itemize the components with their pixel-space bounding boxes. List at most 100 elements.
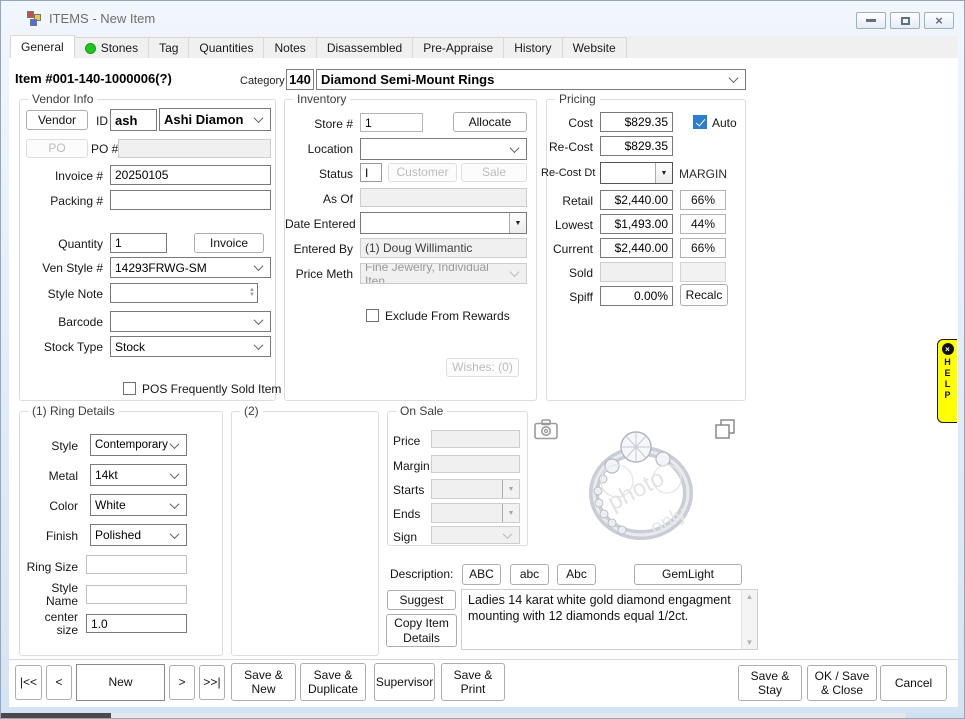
pos-frequently-sold-checkbox[interactable] — [123, 382, 136, 395]
product-image[interactable]: photo only — [559, 409, 713, 548]
barcode-label: Barcode — [20, 315, 107, 329]
save-and-duplicate-button[interactable]: Save & Duplicate — [300, 663, 366, 701]
ring-finish-dropdown[interactable]: Polished — [90, 524, 187, 546]
status-field[interactable]: I — [360, 163, 382, 182]
background-fragment — [906, 713, 965, 719]
help-label: HELP — [942, 357, 954, 401]
sale-button: Sale — [461, 163, 527, 182]
style-note-field[interactable]: ▲▼ — [110, 283, 258, 303]
date-dropdown-icon[interactable]: ▼ — [655, 163, 672, 183]
lowest-label: Lowest — [547, 218, 597, 232]
close-button[interactable]: × — [924, 12, 954, 29]
category-label: Category — [240, 75, 285, 87]
app-icon — [27, 11, 43, 27]
description-scrollbar[interactable]: ▲ ▼ — [741, 590, 757, 649]
minimize-button[interactable] — [856, 12, 886, 29]
help-tab[interactable]: × HELP — [937, 339, 957, 423]
spinner-icon[interactable]: ▲▼ — [249, 288, 255, 298]
camera-icon[interactable] — [534, 419, 558, 445]
gemlight-button[interactable]: GemLight — [634, 564, 742, 585]
recost-dt-picker[interactable]: ▼ — [600, 162, 673, 184]
tab-general[interactable]: General — [10, 35, 75, 58]
packing-number-field[interactable] — [110, 190, 271, 210]
title-bar: ITEMS - New Item × — [1, 1, 964, 36]
tab-notes[interactable]: Notes — [263, 37, 316, 58]
price-meth-dropdown: Fine Jewelry, Individual Iten — [360, 263, 527, 284]
group-2: (2) — [231, 411, 379, 656]
recalc-button[interactable]: Recalc — [680, 284, 728, 306]
ven-style-dropdown[interactable]: 14293FRWG-SM — [110, 257, 271, 278]
maximize-icon — [901, 17, 910, 25]
abc-uppercase-button[interactable]: ABC — [462, 564, 501, 585]
vendor-name-dropdown[interactable]: Ashi Diamon — [159, 108, 271, 131]
store-label: Store # — [285, 117, 357, 131]
ring-style-dropdown[interactable]: Contemporary — [90, 434, 187, 456]
retail-field[interactable]: $2,440.00 — [600, 190, 673, 210]
scroll-up-icon[interactable]: ▲ — [746, 592, 754, 601]
center-size-field[interactable]: 1.0 — [86, 614, 187, 633]
allocate-button[interactable]: Allocate — [453, 112, 527, 132]
location-dropdown[interactable] — [360, 138, 527, 160]
vendor-button[interactable]: Vendor — [26, 110, 88, 130]
quantity-field[interactable]: 1 — [110, 233, 167, 253]
ok-save-close-button[interactable]: OK / Save & Close — [807, 665, 877, 701]
abc-lowercase-button[interactable]: abc — [510, 564, 549, 585]
date-dropdown-icon[interactable]: ▼ — [509, 213, 526, 233]
ven-style-label: Ven Style # — [20, 261, 107, 275]
supervisor-button[interactable]: Supervisor — [374, 663, 435, 701]
description-textarea[interactable]: Ladies 14 karat white gold diamond engag… — [461, 589, 758, 650]
auto-checkbox[interactable] — [693, 115, 707, 129]
nav-last-button[interactable]: >>| — [199, 665, 225, 700]
chevron-down-icon — [170, 439, 180, 449]
copy-image-icon[interactable] — [714, 418, 737, 446]
style-name-field[interactable] — [86, 585, 187, 604]
sale-starts-picker: ▼ — [431, 479, 520, 499]
cancel-button[interactable]: Cancel — [880, 665, 947, 701]
current-field[interactable]: $2,440.00 — [600, 238, 673, 258]
copy-item-details-button[interactable]: Copy Item Details — [386, 614, 457, 647]
style-name-label: Style Name — [20, 582, 82, 608]
vendor-id-field[interactable]: ash — [110, 109, 157, 131]
tab-stones[interactable]: Stones — [74, 37, 149, 58]
tab-website[interactable]: Website — [562, 37, 627, 58]
exclude-rewards-checkbox[interactable] — [366, 309, 379, 322]
entered-by-label: Entered By — [285, 242, 357, 256]
save-and-stay-button[interactable]: Save & Stay — [738, 665, 802, 701]
nav-prev-button[interactable]: < — [46, 665, 72, 700]
nav-next-button[interactable]: > — [169, 665, 195, 700]
save-and-print-button[interactable]: Save & Print — [441, 663, 505, 701]
tab-history[interactable]: History — [503, 37, 562, 58]
recost-field[interactable]: $829.35 — [600, 136, 673, 156]
tab-pre-appraise[interactable]: Pre-Appraise — [412, 37, 504, 58]
suggest-button[interactable]: Suggest — [387, 590, 456, 610]
lowest-field[interactable]: $1,493.00 — [600, 214, 673, 234]
barcode-dropdown[interactable] — [110, 311, 271, 332]
help-close-icon: × — [942, 343, 954, 355]
ring-color-dropdown[interactable]: White — [90, 494, 187, 516]
on-sale-title: On Sale — [396, 404, 447, 418]
scroll-down-icon[interactable]: ▼ — [746, 638, 754, 647]
location-label: Location — [285, 142, 357, 156]
store-field[interactable]: 1 — [360, 113, 423, 132]
save-and-new-button[interactable]: Save & New — [231, 663, 296, 701]
spiff-field[interactable]: 0.00% — [600, 286, 673, 306]
maximize-button[interactable] — [890, 12, 920, 29]
chevron-down-icon — [503, 529, 513, 539]
po-number-label: PO # — [91, 142, 118, 156]
inventory-group: Inventory Store # 1 Allocate Location St… — [284, 99, 537, 401]
category-dropdown[interactable]: Diamond Semi-Mount Rings — [316, 69, 746, 90]
ring-size-field[interactable] — [86, 555, 187, 574]
nav-first-button[interactable]: |<< — [15, 665, 42, 700]
abc-titlecase-button[interactable]: Abc — [557, 564, 596, 585]
tab-tag[interactable]: Tag — [148, 37, 189, 58]
category-code-field[interactable]: 140 — [286, 69, 314, 90]
id-label: ID — [96, 114, 108, 128]
ring-metal-dropdown[interactable]: 14kt — [90, 464, 187, 486]
invoice-button[interactable]: Invoice — [194, 233, 264, 253]
invoice-number-field[interactable]: 20250105 — [110, 165, 271, 185]
date-entered-picker[interactable]: ▼ — [360, 212, 527, 234]
tab-disassembled[interactable]: Disassembled — [316, 37, 413, 58]
stock-type-dropdown[interactable]: Stock — [110, 336, 271, 357]
cost-field[interactable]: $829.35 — [600, 112, 673, 132]
tab-quantities[interactable]: Quantities — [188, 37, 264, 58]
